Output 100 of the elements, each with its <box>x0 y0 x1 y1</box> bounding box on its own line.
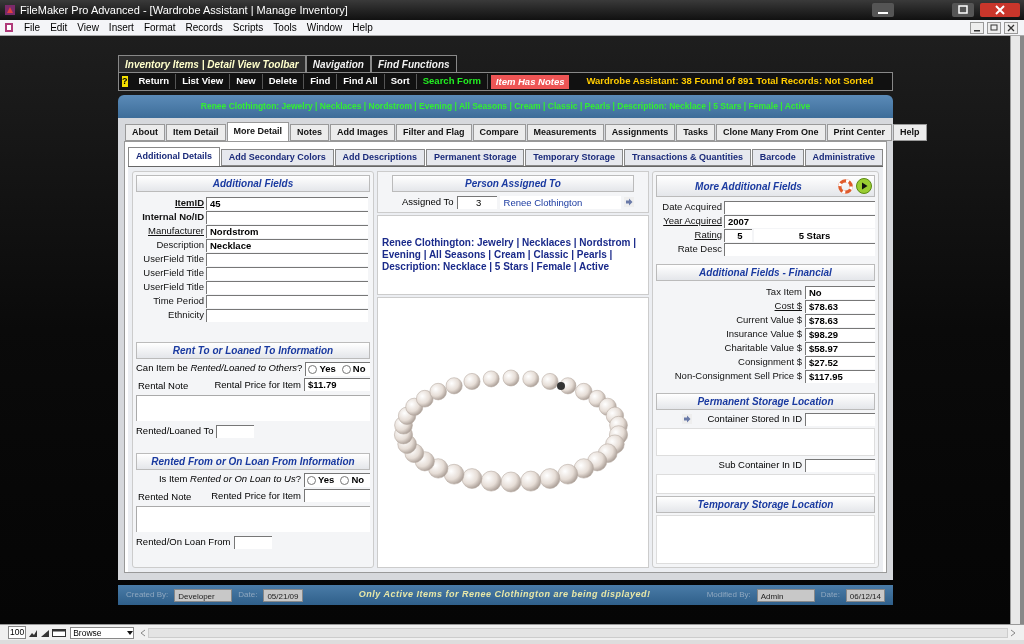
zoom-in-icon[interactable] <box>40 627 51 638</box>
sub-tab[interactable]: Barcode <box>751 149 804 166</box>
radio-button[interactable] <box>340 475 350 485</box>
input-field[interactable]: $58.97 <box>805 341 875 355</box>
sub-tab[interactable]: Add Secondary Colors <box>220 149 334 166</box>
scroll-right-icon[interactable] <box>1010 628 1016 637</box>
vertical-scrollbar[interactable] <box>1010 36 1020 624</box>
lifebuoy-icon[interactable] <box>838 178 853 194</box>
toolbar-button[interactable]: List View <box>176 74 231 89</box>
input-field[interactable] <box>206 252 368 266</box>
section-header: Additional Fields <box>136 175 370 192</box>
sub-tab[interactable]: Temporary Storage <box>525 149 623 166</box>
help-button[interactable]: ? <box>122 76 128 87</box>
input-field[interactable]: $98.29 <box>805 327 875 341</box>
input-field[interactable] <box>206 280 368 294</box>
menu-item[interactable]: Format <box>143 20 176 35</box>
main-tab[interactable]: More Detail <box>226 122 290 141</box>
field-label: Rented/Loaned To <box>136 423 214 438</box>
menu-item[interactable]: Tools <box>273 20 297 35</box>
input-field[interactable]: $11.79 <box>304 378 370 391</box>
menu-item[interactable]: Edit <box>50 20 68 35</box>
main-tab[interactable]: Notes <box>290 124 330 141</box>
input-field[interactable]: $117.95 <box>805 369 875 383</box>
toolbar-button[interactable]: Sort <box>384 74 417 89</box>
scroll-left-icon[interactable] <box>140 628 147 637</box>
input-field[interactable]: $78.63 <box>805 313 875 327</box>
note-field[interactable] <box>136 395 370 421</box>
document-window-controls-icon[interactable] <box>970 21 1020 34</box>
assigned-name: Renee Clothington <box>499 195 621 209</box>
toolbar-button[interactable]: Search Form <box>416 74 488 89</box>
sub-tab[interactable]: Transactions & Quantities <box>624 149 751 166</box>
input-field[interactable]: Nordstrom <box>206 224 368 238</box>
menu-item[interactable]: Help <box>352 20 373 35</box>
sub-tab[interactable]: Additional Details <box>128 147 220 166</box>
main-tab[interactable]: Compare <box>472 124 526 141</box>
field-label: UserField Title <box>142 265 204 280</box>
go-arrow-icon[interactable] <box>682 414 692 424</box>
maximize-icon[interactable] <box>952 2 976 18</box>
play-icon[interactable] <box>856 178 872 194</box>
input-field[interactable]: Necklace <box>206 238 368 252</box>
input-field[interactable] <box>206 210 368 224</box>
main-tab[interactable]: Tasks <box>676 124 715 141</box>
main-tab[interactable]: Print Center <box>826 124 893 141</box>
horizontal-scrollbar[interactable] <box>148 627 1008 638</box>
sub-tab[interactable]: Administrative <box>804 149 884 166</box>
input-field[interactable] <box>206 266 368 280</box>
input-field[interactable]: No <box>805 285 875 299</box>
main-tab[interactable]: Filter and Flag <box>396 124 472 141</box>
toolbar-button[interactable]: Delete <box>262 74 305 89</box>
menu-item[interactable]: Records <box>185 20 223 35</box>
input-field[interactable]: 2007 <box>724 214 875 228</box>
radio-button[interactable] <box>308 364 318 374</box>
menu-item[interactable]: View <box>77 20 99 35</box>
main-tab[interactable]: Measurements <box>526 124 604 141</box>
menu-item[interactable]: File <box>24 20 41 35</box>
section-header: Temporary Storage Location <box>656 496 875 513</box>
toolbar-button[interactable]: Return <box>132 74 177 89</box>
app-icon <box>4 4 16 16</box>
sub-tab[interactable]: Permanent Storage <box>426 149 525 166</box>
input-field: Developer <box>174 588 233 602</box>
input-field[interactable] <box>724 242 875 256</box>
main-tab[interactable]: Add Images <box>330 124 396 141</box>
input-field[interactable] <box>206 294 368 308</box>
input-field[interactable] <box>206 308 368 322</box>
toolbar-tab[interactable]: Find Functions <box>370 55 457 72</box>
toolbar-button[interactable]: New <box>230 74 263 89</box>
mode-dropdown[interactable]: Browse <box>70 626 135 639</box>
input-field[interactable] <box>805 458 875 472</box>
main-tab[interactable]: About <box>125 124 165 141</box>
toolbar-toggle-icon[interactable] <box>52 627 67 638</box>
note-field[interactable] <box>136 506 370 532</box>
input-field[interactable] <box>233 535 272 549</box>
input-field[interactable]: 3 <box>456 195 497 209</box>
main-tab[interactable]: Clone Many From One <box>716 124 826 141</box>
input-field[interactable] <box>304 489 370 502</box>
menu-item[interactable]: Scripts <box>232 20 264 35</box>
input-field[interactable] <box>805 412 875 426</box>
input-field[interactable]: 45 <box>206 196 368 210</box>
menu-item[interactable]: Window <box>306 20 343 35</box>
input-field[interactable]: 5 <box>724 228 752 242</box>
toolbar-button[interactable]: Find <box>304 74 338 89</box>
main-tab[interactable]: Help <box>893 124 927 141</box>
field-label: Created By: <box>126 589 169 601</box>
menu-item[interactable]: Insert <box>108 20 134 35</box>
close-icon[interactable] <box>980 2 1020 18</box>
input-field[interactable] <box>724 200 875 214</box>
sub-tab[interactable]: Add Descriptions <box>334 149 425 166</box>
input-field[interactable]: $27.52 <box>805 355 875 369</box>
toolbar-tab[interactable]: Navigation <box>305 55 371 72</box>
radio-button[interactable] <box>307 475 316 485</box>
input-field[interactable] <box>216 424 255 438</box>
record-summary: Renee Clothington: Jewelry | Necklaces | Nordstrom | Evening | All Seasons | Cream | Classic | Pearls | Description: Necklace | 5 Stars | Female | Active <box>118 95 893 118</box>
zoom-level[interactable]: 100 <box>8 626 27 639</box>
go-arrow-icon[interactable] <box>624 197 634 207</box>
toolbar-tab[interactable]: Inventory Items | Detail View Toolbar <box>118 55 306 72</box>
main-tab[interactable]: Assignments <box>604 124 676 141</box>
toolbar-button[interactable]: Find All <box>337 74 385 89</box>
main-tab[interactable]: Item Detail <box>166 124 226 141</box>
radio-button[interactable] <box>341 364 351 374</box>
input-field[interactable]: $78.63 <box>805 299 875 313</box>
